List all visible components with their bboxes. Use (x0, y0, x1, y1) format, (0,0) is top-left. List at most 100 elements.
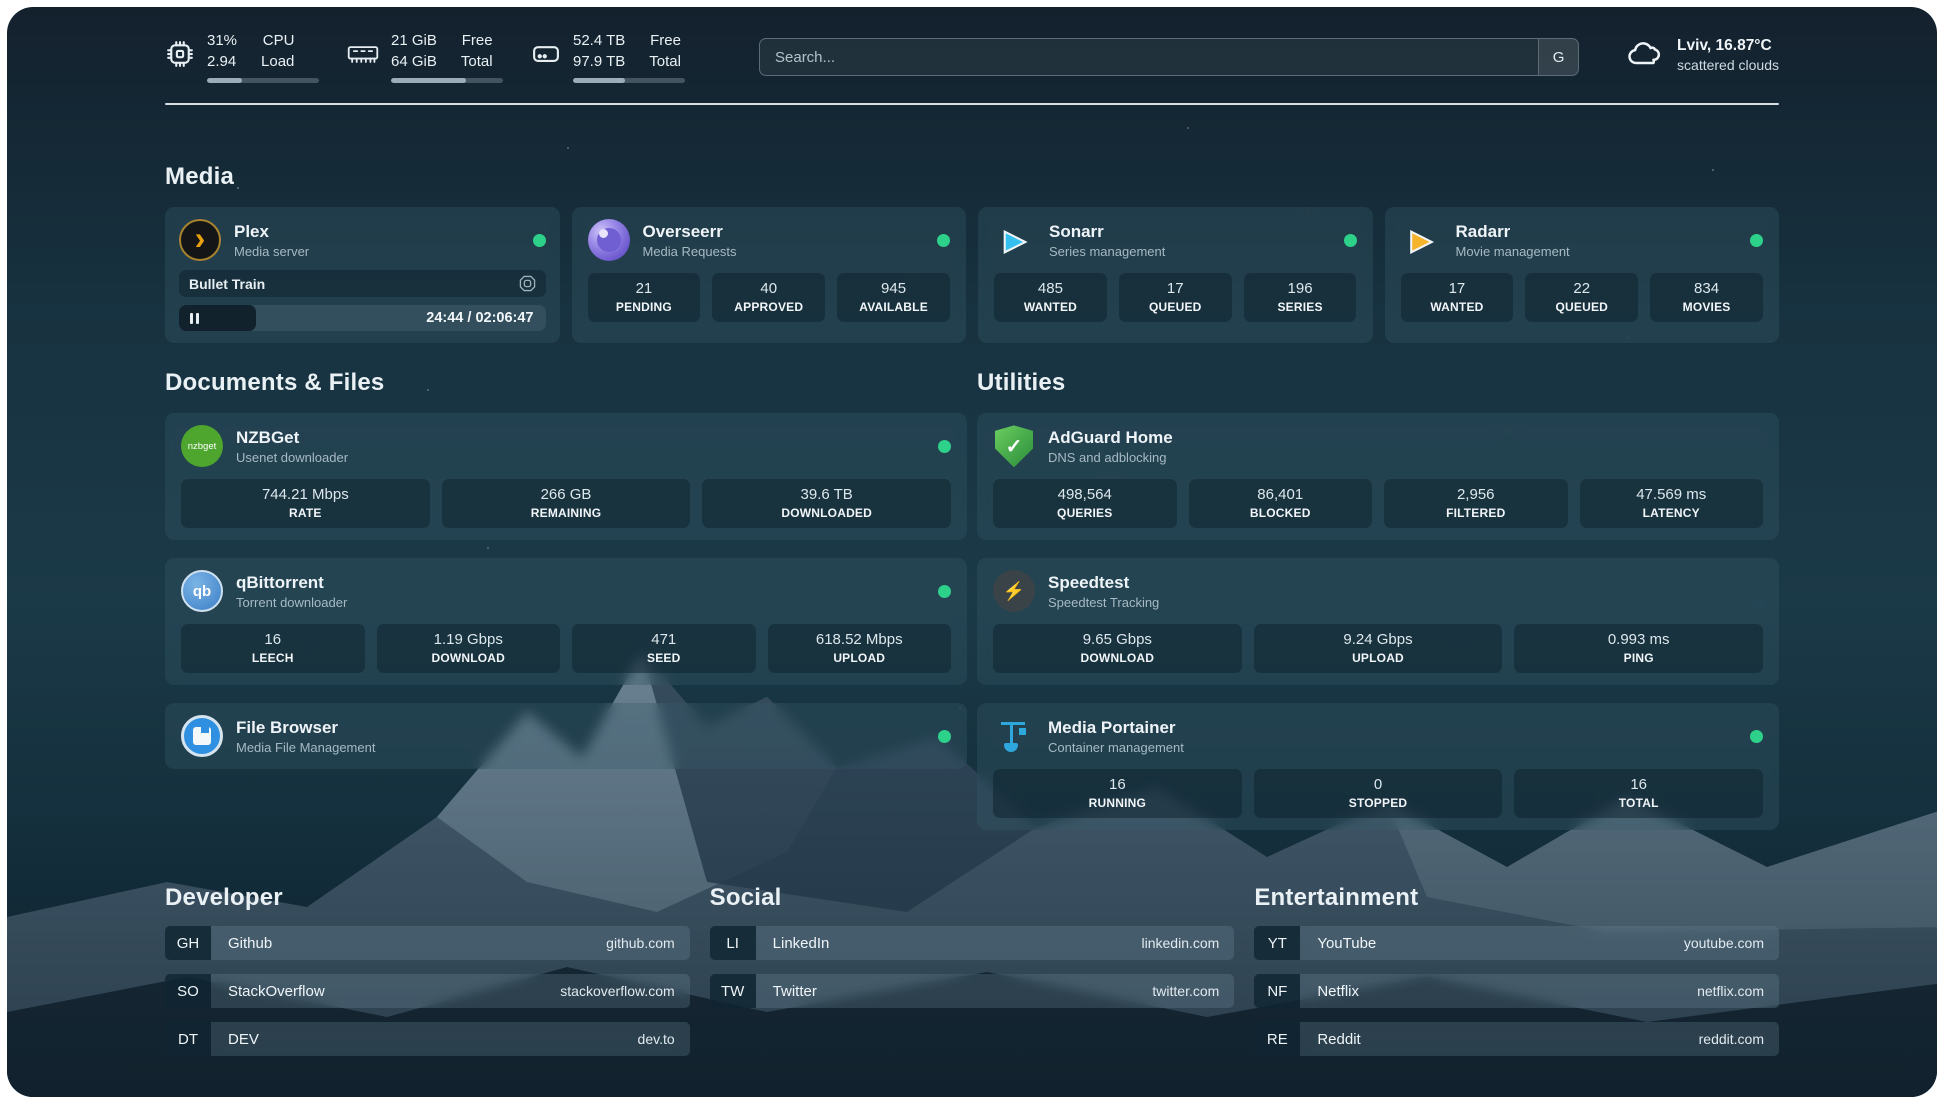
pause-icon[interactable] (190, 313, 199, 324)
stat-tile: 16 LEECH (181, 624, 365, 673)
bookmark-link[interactable]: YT YouTube youtube.com (1254, 926, 1779, 960)
stat-label: LEECH (187, 651, 359, 665)
bookmark-link[interactable]: GH Github github.com (165, 926, 690, 960)
bookmark-name: YouTube (1300, 935, 1376, 952)
disk-total: 97.9 TB (573, 52, 625, 73)
app-card[interactable]: File Browser Media File Management (165, 703, 967, 769)
header-divider (165, 103, 1779, 105)
stat-value: 22 (1531, 280, 1632, 297)
stat-label: DOWNLOAD (999, 651, 1236, 665)
memory-labels: Free Total (461, 31, 493, 72)
disk-values: 52.4 TB 97.9 TB (573, 31, 625, 72)
status-dot (937, 234, 950, 247)
app-card[interactable]: Speedtest Speedtest Tracking 9.65 Gbps D… (977, 558, 1779, 685)
stat-value: 2,956 (1390, 486, 1562, 503)
weather-widget[interactable]: Lviv, 16.87°C scattered clouds (1625, 35, 1779, 74)
stat-value: 945 (843, 280, 944, 297)
weather-location-temp: Lviv, 16.87°C (1677, 37, 1779, 55)
app-subtitle: Torrent downloader (236, 595, 347, 610)
stat-tile: 498,564 QUERIES (993, 479, 1177, 528)
stat-label: QUEUED (1125, 300, 1226, 314)
app-card[interactable]: qBittorrent Torrent downloader 16 LEECH (165, 558, 967, 685)
section-title-utilities: Utilities (977, 369, 1779, 397)
stat-tiles: 16 RUNNING 0 STOPPED 16 (993, 769, 1763, 818)
stat-value: 744.21 Mbps (187, 486, 424, 503)
bookmark-abbr: RE (1254, 1022, 1300, 1056)
app-name: Speedtest (1048, 573, 1159, 593)
bookmark-url: stackoverflow.com (560, 983, 689, 999)
stat-label: REMAINING (448, 506, 685, 520)
radarr-icon (1401, 219, 1443, 261)
stat-label: PENDING (594, 300, 695, 314)
bookmark-link[interactable]: SO StackOverflow stackoverflow.com (165, 974, 690, 1008)
app-subtitle: Media Requests (643, 244, 737, 259)
stat-value: 47.569 ms (1586, 486, 1758, 503)
app-name: Overseerr (643, 222, 737, 242)
stat-tile: 834 MOVIES (1650, 273, 1763, 322)
stat-tile: 9.24 Gbps UPLOAD (1254, 624, 1503, 673)
bookmark-abbr: TW (710, 974, 756, 1008)
weather-condition: scattered clouds (1677, 57, 1779, 73)
bookmark-link[interactable]: NF Netflix netflix.com (1254, 974, 1779, 1008)
search-input[interactable] (760, 39, 1538, 75)
stat-tile: 40 APPROVED (712, 273, 825, 322)
app-subtitle: Speedtest Tracking (1048, 595, 1159, 610)
stat-value: 498,564 (999, 486, 1171, 503)
app-name: NZBGet (236, 428, 348, 448)
stat-tile: 485 WANTED (994, 273, 1107, 322)
stat-value: 0.993 ms (1520, 631, 1757, 648)
stat-label: TOTAL (1520, 796, 1757, 810)
bookmark-link[interactable]: RE Reddit reddit.com (1254, 1022, 1779, 1056)
app-card[interactable]: Media Portainer Container management 16 … (977, 703, 1779, 830)
stat-tile: 0.993 ms PING (1514, 624, 1763, 673)
stat-value: 471 (578, 631, 750, 648)
stat-tiles: 17 WANTED 22 QUEUED 834 MOVIES (1401, 273, 1764, 322)
disk-free: 52.4 TB (573, 31, 625, 52)
bookmark-name: Netflix (1300, 983, 1359, 1000)
stat-value: 86,401 (1195, 486, 1367, 503)
app-card[interactable]: AdGuard Home DNS and adblocking 498,564 … (977, 413, 1779, 540)
bookmark-link[interactable]: TW Twitter twitter.com (710, 974, 1235, 1008)
stat-label: STOPPED (1260, 796, 1497, 810)
stat-label: WANTED (1407, 300, 1508, 314)
app-card[interactable]: NZBGet Usenet downloader 744.21 Mbps RAT… (165, 413, 967, 540)
status-dot (1344, 234, 1357, 247)
app-card[interactable]: Radarr Movie management 17 WANTED (1385, 207, 1780, 343)
cpu-progress-bar (207, 78, 319, 83)
nzbget-icon (181, 425, 223, 467)
stat-label: MOVIES (1656, 300, 1757, 314)
app-subtitle: Usenet downloader (236, 450, 348, 465)
stat-tiles: 21 PENDING 40 APPROVED 945 AVAILAB (588, 273, 951, 322)
stat-value: 16 (187, 631, 359, 648)
search-bar: G (759, 38, 1579, 76)
stat-value: 16 (1520, 776, 1757, 793)
stat-label: RATE (187, 506, 424, 520)
section-title-documents: Documents & Files (165, 369, 967, 397)
stat-value: 39.6 TB (708, 486, 945, 503)
bookmark-column: Social LI LinkedIn linkedin.com TW (710, 884, 1235, 1056)
app-card-plex[interactable]: Plex Media server Bullet Train (165, 207, 560, 343)
playback-time: 24:44 / 02:06:47 (426, 310, 533, 326)
app-subtitle: Container management (1048, 740, 1184, 755)
now-playing-row: Bullet Train (179, 270, 546, 297)
media-grid: Plex Media server Bullet Train (165, 207, 1779, 343)
stat-tile: 266 GB REMAINING (442, 479, 691, 528)
stat-tile: 39.6 TB DOWNLOADED (702, 479, 951, 528)
bookmark-abbr: GH (165, 926, 211, 960)
bookmark-abbr: SO (165, 974, 211, 1008)
app-card[interactable]: Overseerr Media Requests 21 PENDING (572, 207, 967, 343)
bookmark-link[interactable]: DT DEV dev.to (165, 1022, 690, 1056)
stat-tile: 21 PENDING (588, 273, 701, 322)
app-card[interactable]: Sonarr Series management 485 WANTED (978, 207, 1373, 343)
plex-icon (179, 219, 221, 261)
now-playing-icon (519, 275, 536, 292)
system-stat-memory: 21 GiB 64 GiB Free Total (347, 31, 503, 83)
stat-label: SEED (578, 651, 750, 665)
bookmark-link[interactable]: LI LinkedIn linkedin.com (710, 926, 1235, 960)
stat-value: 17 (1125, 280, 1226, 297)
stat-label: SERIES (1250, 300, 1351, 314)
stat-value: 40 (718, 280, 819, 297)
playback-progress-bar[interactable]: 24:44 / 02:06:47 (179, 305, 546, 331)
search-engine-button[interactable]: G (1538, 39, 1578, 75)
stat-value: 196 (1250, 280, 1351, 297)
